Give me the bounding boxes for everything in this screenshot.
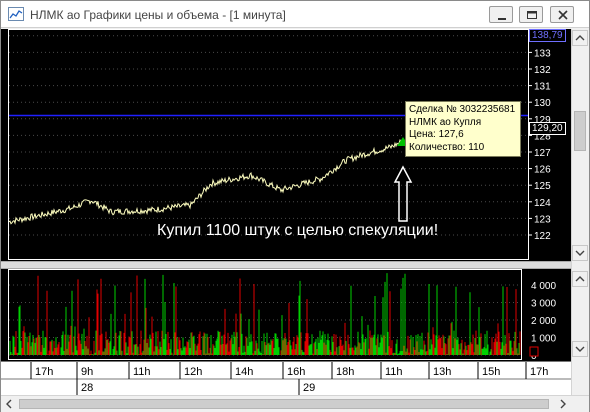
tooltip-price: Цена: 127,6 (409, 129, 464, 140)
volume-scroll-down-icon[interactable] (572, 341, 588, 357)
chart-annotation: Купил 1100 штук с целью спекуляции! (157, 222, 439, 239)
vertical-scroll-thumb[interactable] (574, 111, 586, 151)
pointer-arrow-icon (393, 165, 413, 222)
chart-app-icon (8, 7, 24, 21)
price-tick-label: 124 (534, 198, 551, 209)
price-tick-label: 133 (534, 48, 551, 59)
minimize-icon (498, 18, 506, 20)
volume-tick-label: 3 000 (531, 299, 556, 310)
scroll-right-icon[interactable] (556, 397, 570, 411)
horizontal-scroll-thumb[interactable] (19, 399, 549, 409)
price-tick-label: 123 (534, 214, 551, 225)
time-tick-label: 17h (530, 366, 548, 378)
scroll-down-icon[interactable] (572, 245, 588, 261)
volume-chart-panel[interactable]: 4 0003 0002 0001 0000 (1, 269, 571, 362)
max-price-badge: 138,79 (529, 29, 566, 42)
close-icon (558, 10, 568, 20)
time-tick-label: 11h (133, 366, 151, 378)
minimize-button[interactable] (489, 6, 513, 23)
day-label: 29 (303, 382, 315, 394)
price-tick-label: 122 (534, 231, 551, 242)
trade-tooltip: Сделка № 3032235681 НЛМК ао Купля Цена: … (405, 101, 521, 157)
volume-tick-label: 1 000 (531, 334, 556, 345)
price-tick-label: 132 (534, 65, 551, 76)
tooltip-trade-number: Сделка № 3032235681 (409, 104, 516, 115)
level-price-badge: 129,20 (529, 122, 566, 135)
volume-scroll-up-icon[interactable] (572, 271, 588, 287)
title-bar[interactable]: НЛМК ао Графики цены и объема - [1 минут… (1, 1, 589, 28)
restore-icon (527, 11, 537, 19)
close-button[interactable] (550, 6, 574, 23)
time-tick-label: 12h (184, 366, 202, 378)
time-axis: 17h 9h 11h 12h 14h 16h 18h 11h 13h 15h 17h 28 29 (1, 361, 571, 396)
volume-marker-icon (529, 346, 539, 357)
price-series-line (8, 138, 402, 225)
time-tick-label: 17h (35, 366, 53, 378)
volume-tick-label: 2 000 (531, 316, 556, 327)
price-tick-label: 126 (534, 165, 551, 176)
window-title: НЛМК ао Графики цены и объема - [1 минут… (30, 8, 286, 22)
time-tick-label: 14h (235, 366, 253, 378)
day-label: 28 (81, 382, 93, 394)
maximize-button[interactable] (519, 6, 543, 23)
time-tick-label: 16h (287, 366, 305, 378)
time-tick-label: 13h (433, 366, 451, 378)
price-tick-label: 130 (534, 98, 551, 109)
tooltip-instrument: НЛМК ао Купля (409, 116, 482, 128)
price-tick-label: 125 (534, 181, 551, 192)
scroll-left-icon[interactable] (2, 397, 16, 411)
time-tick-label: 9h (81, 366, 93, 378)
volume-chart[interactable]: 4 0003 0002 0001 0000 (1, 269, 571, 362)
volume-tick-label: 4 000 (531, 281, 556, 292)
time-tick-label: 18h (336, 366, 354, 378)
panel-splitter[interactable] (1, 261, 571, 269)
quik-chart-window: НЛМК ао Графики цены и объема - [1 минут… (0, 0, 590, 412)
price-tick-label: 131 (534, 82, 551, 93)
price-tick-label: 127 (534, 148, 551, 159)
scroll-up-icon[interactable] (572, 30, 588, 46)
time-tick-label: 15h (482, 366, 500, 378)
tooltip-quantity: Количество: 110 (409, 141, 485, 153)
time-tick-label: 11h (385, 366, 403, 378)
time-axis-labels: 17h 9h 11h 12h 14h 16h 18h 11h 13h 15h 17h 28 29 (1, 362, 571, 396)
